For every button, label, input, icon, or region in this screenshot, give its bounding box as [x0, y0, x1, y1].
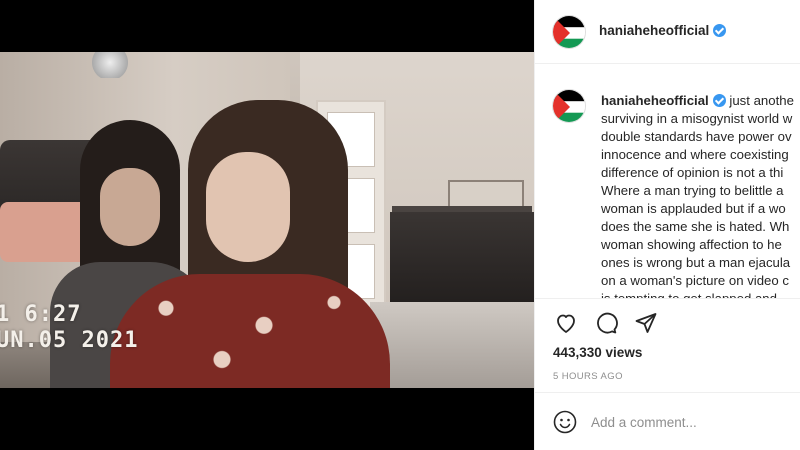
caption-text-line: just anothe — [729, 93, 794, 108]
person-left-face — [100, 168, 160, 246]
camcorder-time: 1 6:27 — [0, 302, 82, 327]
caption-text-line: woman showing affection to he — [601, 237, 782, 252]
comment-bar — [553, 406, 793, 438]
post-timestamp[interactable]: 5 HOURS AGO — [553, 371, 623, 382]
video-scene-table — [370, 302, 534, 388]
post-header: haniaheheofficial — [535, 0, 800, 64]
comment-bubble-icon — [597, 312, 618, 334]
caption-text-line: woman is applauded but if a wo — [601, 201, 786, 216]
avatar[interactable] — [552, 15, 586, 49]
send-paper-plane-icon — [635, 313, 657, 333]
header-username[interactable]: haniaheheofficial — [599, 23, 727, 38]
caption-text-line: surviving in a misogynist world w — [601, 111, 793, 126]
person-right-body — [110, 274, 390, 388]
person-right-face — [206, 152, 290, 262]
divider — [535, 298, 800, 299]
caption-text-line: is tempting to get slapped and — [601, 290, 800, 298]
post-panel: haniaheheofficial haniaheheofficial just… — [534, 0, 800, 450]
palestine-flag-avatar-icon — [553, 90, 585, 122]
verified-badge-icon — [713, 24, 727, 37]
caption-first-line: haniaheheofficial just anothe — [601, 92, 800, 110]
caption-text-line: ones is wrong but a man ejacula — [601, 255, 791, 270]
video-frame[interactable]: 1 6:27 UN.05 2021 — [0, 52, 534, 388]
caption-text-line: on a woman's picture on video c — [601, 273, 789, 288]
like-button[interactable] — [553, 310, 579, 336]
palestine-flag-avatar-icon — [553, 16, 585, 48]
post-actions — [553, 310, 659, 338]
caption-text-line: difference of opinion is not a thi — [601, 165, 784, 180]
heart-icon — [557, 314, 575, 333]
comment-input[interactable] — [591, 414, 781, 430]
caption-username[interactable]: haniaheheofficial — [601, 93, 709, 108]
caption-text-line: double standards have power ov — [601, 129, 792, 144]
verified-badge-icon — [712, 94, 726, 107]
video-player[interactable]: 1 6:27 UN.05 2021 — [0, 0, 534, 450]
divider — [535, 392, 800, 393]
caption-avatar[interactable] — [552, 89, 586, 123]
header-username-text[interactable]: haniaheheofficial — [599, 23, 709, 38]
camcorder-date: UN.05 2021 — [0, 328, 139, 353]
share-button[interactable] — [633, 310, 659, 336]
post-caption: haniaheheofficial just anothe surviving … — [601, 92, 800, 298]
video-scene-lamp — [90, 52, 130, 78]
view-count[interactable]: 443,330 views — [553, 345, 642, 360]
caption-text-line: Where a man trying to belittle a — [601, 183, 784, 198]
caption-text-line: innocence and where coexisting — [601, 147, 789, 162]
caption-text-line: does the same she is hated. Wh — [601, 219, 790, 234]
comment-button[interactable] — [593, 310, 619, 336]
emoji-icon[interactable] — [553, 410, 577, 434]
